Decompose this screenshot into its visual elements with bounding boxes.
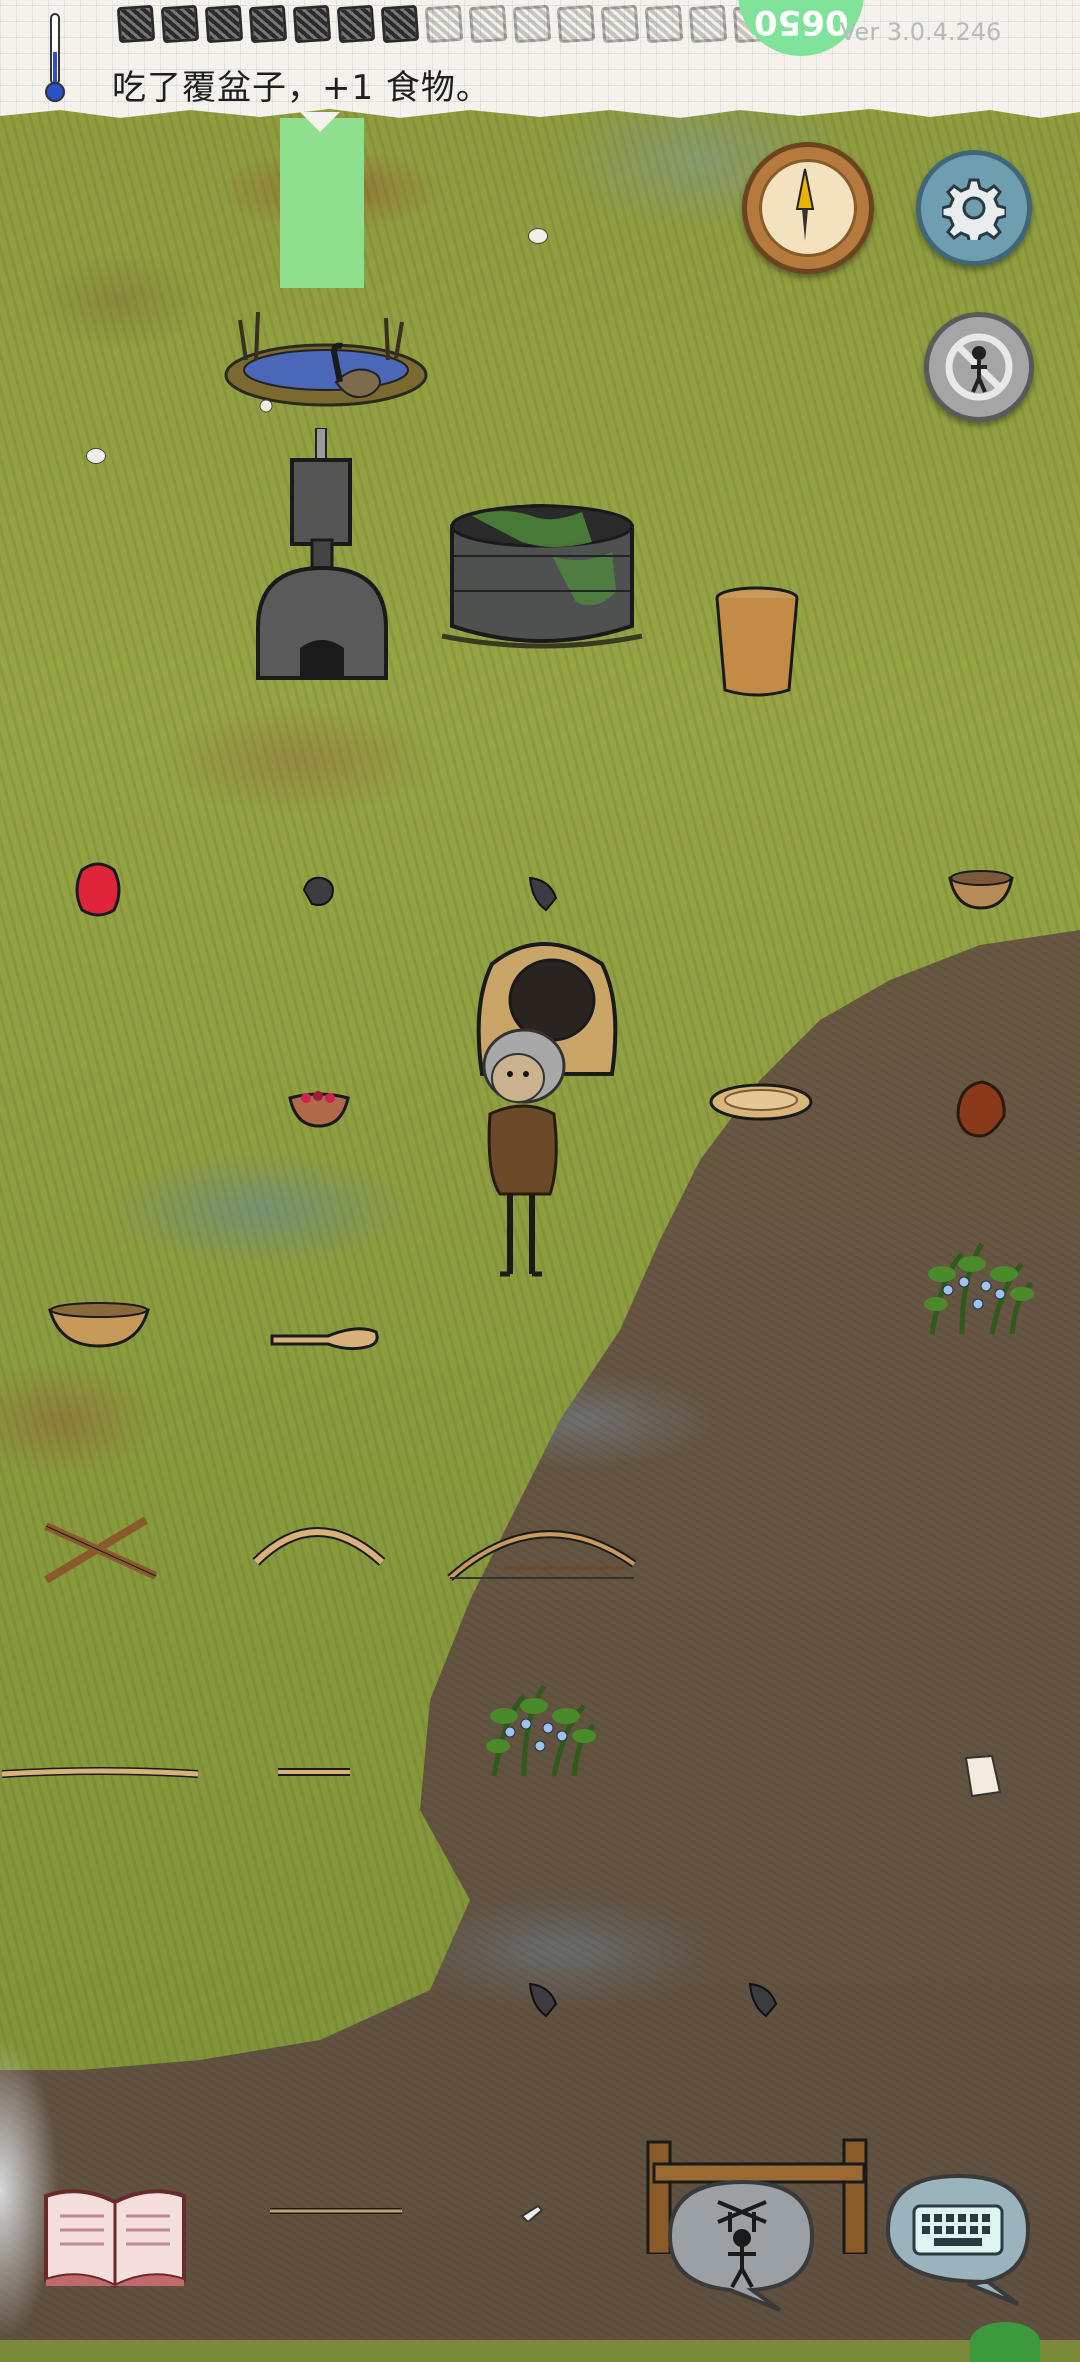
stone-well[interactable] [432,496,652,656]
status-message: 吃了覆盆子，+1 食物。 [112,68,491,108]
food-pip-empty [556,4,596,44]
food-pip-filled [292,4,332,44]
keyboard-button[interactable] [878,2166,1038,2306]
game-world[interactable] [0,0,1080,2340]
small-stone[interactable] [86,448,106,464]
sharp-stone[interactable] [526,1980,560,2020]
food-pip-filled [336,4,376,44]
wooden-club[interactable] [268,1318,380,1354]
status-bar: 0650 Ver 3.0.4.246 吃了覆盆子，+1 食物。 [0,0,1080,118]
wooden-bucket[interactable] [712,586,802,698]
round-stone[interactable] [300,874,336,908]
property-tag[interactable] [280,118,364,288]
food-pip-empty [424,4,464,44]
food-pip-filled [248,4,288,44]
settings-button[interactable] [916,150,1032,266]
dry-bush[interactable] [948,1076,1014,1142]
food-pip-filled [380,4,420,44]
gear-icon [942,178,1006,240]
paper-note[interactable] [962,1752,1004,1798]
food-pip-empty [688,4,728,44]
food-meter [116,4,816,44]
version-label: Ver 3.0.4.246 [840,18,1002,46]
yew-bow-stave[interactable] [252,1524,386,1568]
sharp-stone[interactable] [746,1980,780,2020]
leaf-item[interactable] [970,2322,1040,2362]
keyboard-icon [912,2204,1004,2256]
food-pip-empty [468,4,508,44]
wooden-bowl[interactable] [46,1300,152,1350]
no-follow-button[interactable] [924,312,1034,422]
clay-plate[interactable] [708,1082,814,1122]
book-icon[interactable] [40,2180,190,2290]
bow-and-arrow[interactable] [444,1528,640,1584]
sharp-stone[interactable] [526,874,560,914]
food-pip-filled [160,4,200,44]
food-pip-filled [204,4,244,44]
small-stone[interactable] [528,228,548,244]
berry-bush[interactable] [474,1676,604,1786]
small-basket[interactable] [946,866,1016,912]
no-follow-icon [945,333,1013,401]
food-pip-empty [600,4,640,44]
kiln-tower[interactable] [250,428,400,688]
long-straight-shaft[interactable] [268,2204,404,2218]
red-berry-clump[interactable] [72,860,124,918]
food-pip-filled [116,4,156,44]
berry-bush[interactable] [912,1234,1042,1344]
emote-button[interactable] [662,2172,822,2312]
compass-icon [759,159,857,257]
crossed-sticks[interactable] [40,1516,160,1586]
small-bone[interactable] [518,2200,544,2222]
short-shaft[interactable] [276,1764,352,1780]
goose-pond[interactable] [216,300,436,420]
player-character[interactable] [470,1024,580,1284]
compass-button[interactable] [742,142,874,274]
thermometer-icon[interactable] [44,12,66,104]
long-straight-shaft[interactable] [0,1766,200,1782]
bowl-of-berries[interactable] [286,1084,352,1130]
food-pip-empty [644,4,684,44]
food-pip-empty [512,4,552,44]
